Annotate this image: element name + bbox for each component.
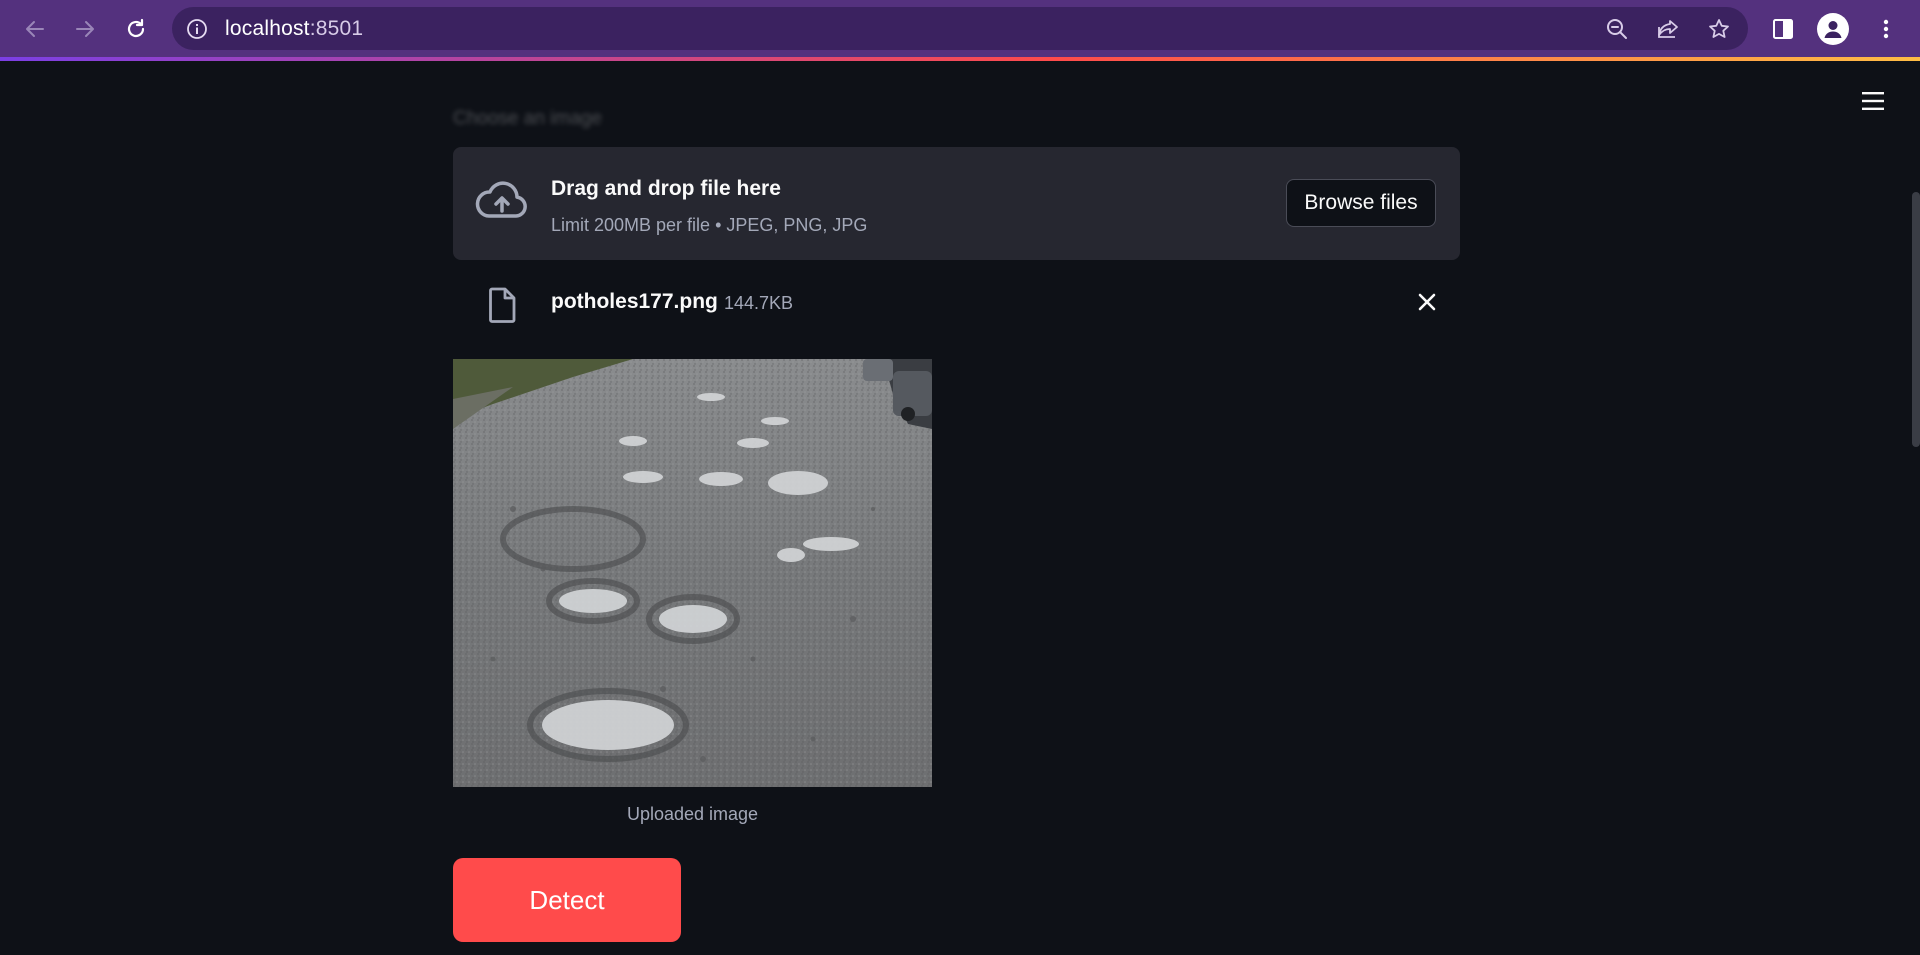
file-dropzone[interactable]: Drag and drop file here Limit 200MB per …: [453, 147, 1460, 260]
url-text[interactable]: localhost:8501: [225, 7, 363, 50]
scrollbar[interactable]: [1912, 192, 1920, 447]
zoom-button[interactable]: [1605, 17, 1629, 41]
forward-arrow-icon: [76, 21, 94, 37]
browse-files-button[interactable]: Browse files: [1286, 179, 1436, 227]
file-icon: [489, 287, 516, 323]
file-name: potholes177.png: [551, 290, 718, 313]
browser-toolbar: localhost:8501: [0, 0, 1920, 57]
detect-button[interactable]: Detect: [453, 858, 681, 942]
file-size: 144.7KB: [724, 293, 794, 313]
uploaded-file-row: potholes177.png 144.7KB: [453, 280, 1460, 326]
dropzone-limit: Limit 200MB per file • JPEG, PNG, JPG: [551, 215, 868, 235]
side-panel-button[interactable]: [1767, 13, 1799, 45]
app-loading-bar: [0, 57, 1920, 61]
hamburger-menu-icon[interactable]: [1860, 88, 1886, 114]
share-button[interactable]: [1656, 17, 1680, 41]
dropzone-title: Drag and drop file here: [551, 177, 781, 200]
bookmark-button[interactable]: [1707, 17, 1731, 41]
uploaded-image: [453, 359, 932, 787]
close-icon[interactable]: [1413, 288, 1441, 316]
url-host: localhost: [225, 17, 310, 40]
profile-button[interactable]: [1817, 13, 1849, 45]
zoom-icon: [1607, 19, 1627, 39]
forward-button[interactable]: [69, 13, 101, 45]
address-bar[interactable]: localhost:8501: [172, 7, 1748, 50]
back-button[interactable]: [19, 13, 51, 45]
uploader-label: Choose an image: [453, 108, 602, 129]
share-icon: [1658, 20, 1678, 38]
info-icon[interactable]: [186, 18, 208, 40]
star-icon: [1709, 19, 1729, 38]
reload-icon: [127, 18, 145, 38]
pothole-road-photo: [453, 359, 932, 787]
cloud-upload-icon: [475, 181, 527, 218]
side-panel-icon: [1773, 19, 1793, 39]
reload-button[interactable]: [120, 13, 152, 45]
url-port: :8501: [309, 17, 364, 40]
browser-menu-button[interactable]: [1870, 13, 1902, 45]
back-arrow-icon: [26, 21, 44, 37]
image-caption: Uploaded image: [626, 804, 759, 824]
profile-icon: [1824, 21, 1842, 38]
kebab-menu-icon: [1883, 19, 1889, 39]
